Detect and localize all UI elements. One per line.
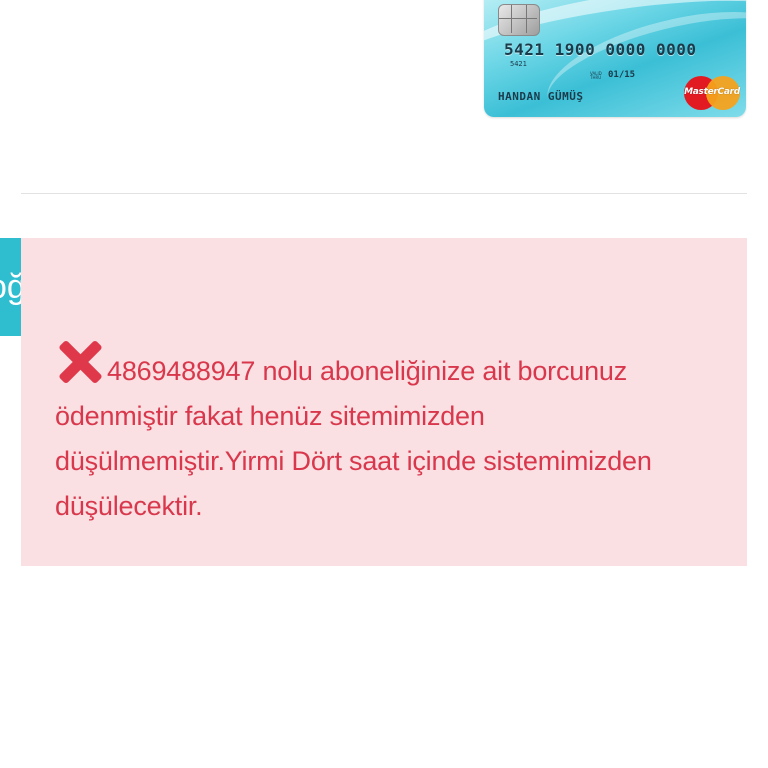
section-divider xyxy=(21,193,747,194)
card-valid-thru-label: VALID THRU xyxy=(590,71,602,80)
card-bin-number: 5421 xyxy=(510,60,527,68)
close-icon xyxy=(55,338,105,384)
mastercard-logo-icon: MasterCard xyxy=(684,76,740,110)
mastercard-brand-text: MasterCard xyxy=(684,87,740,97)
card-expiry: 01/15 xyxy=(608,70,636,80)
alert-message-container: 4869488947 nolu aboneliğinize ait borcun… xyxy=(55,338,711,529)
alert-message: 4869488947 nolu aboneliğinize ait borcun… xyxy=(55,356,652,521)
credit-card-image: 5421 1900 0000 0000 5421 VALID THRU 01/1… xyxy=(484,0,746,117)
side-tab-button[interactable]: oğ xyxy=(0,238,21,336)
card-number: 5421 1900 0000 0000 xyxy=(504,40,697,59)
side-tab-label: oğ xyxy=(0,268,21,306)
error-alert: 4869488947 nolu aboneliğinize ait borcun… xyxy=(21,238,747,566)
card-holder-name: HANDAN GÜMÜŞ xyxy=(498,90,584,103)
card-chip-icon xyxy=(498,4,540,36)
